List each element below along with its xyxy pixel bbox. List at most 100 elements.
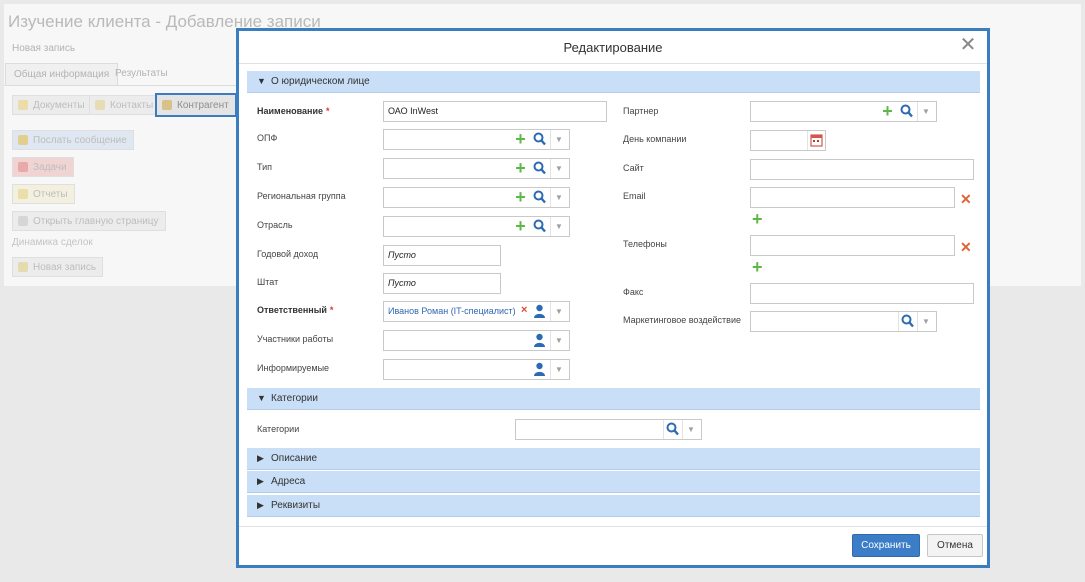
chevron-down-icon[interactable]: ▼ xyxy=(917,102,934,121)
search-icon[interactable] xyxy=(898,312,915,331)
deals-dynamics-link[interactable]: Динамика сделок xyxy=(12,237,93,248)
revenue-input[interactable]: Пусто xyxy=(383,245,501,266)
user-icon[interactable] xyxy=(531,302,548,321)
marketing-input[interactable]: ▼ xyxy=(750,311,937,332)
fax-input[interactable] xyxy=(750,283,974,304)
participants-label: Участники работы xyxy=(257,334,334,344)
contacts-button[interactable]: Контакты xyxy=(89,95,161,115)
chevron-right-icon: ▶ xyxy=(257,453,264,463)
chevron-down-icon[interactable]: ▼ xyxy=(917,312,934,331)
chevron-down-icon[interactable]: ▼ xyxy=(550,159,567,178)
cancel-button[interactable]: Отмена xyxy=(927,534,983,557)
add-icon[interactable]: + xyxy=(512,188,529,207)
revenue-label: Годовой доход xyxy=(257,249,319,259)
remove-phone-icon[interactable]: ✕ xyxy=(960,240,972,254)
email-input[interactable] xyxy=(750,187,955,208)
company-day-input[interactable] xyxy=(750,130,826,151)
section-categories-label: Категории xyxy=(271,393,318,404)
industry-input[interactable]: + ▼ xyxy=(383,216,570,237)
section-addresses[interactable]: ▶ Адреса xyxy=(247,471,980,493)
name-label: Наименование * xyxy=(257,106,330,116)
section-legal-entity[interactable]: ▼ О юридическом лице xyxy=(247,71,980,93)
name-label-text: Наименование xyxy=(257,106,324,116)
section-legal-entity-label: О юридическом лице xyxy=(271,76,370,87)
chevron-down-icon[interactable]: ▼ xyxy=(550,217,567,236)
phone-input[interactable] xyxy=(750,235,955,256)
new-record-icon xyxy=(18,262,28,272)
search-icon[interactable] xyxy=(663,420,680,439)
send-message-button[interactable]: Послать сообщение xyxy=(12,130,134,150)
remove-email-icon[interactable]: ✕ xyxy=(960,192,972,206)
chevron-down-icon: ▼ xyxy=(257,393,266,403)
owner-chip: Иванов Роман (IT-специалист) xyxy=(388,306,516,316)
documents-button[interactable]: Документы xyxy=(12,95,92,115)
required-mark: * xyxy=(329,305,334,315)
name-input[interactable]: ОАО InWest xyxy=(383,101,607,122)
search-icon[interactable] xyxy=(531,217,548,236)
user-icon[interactable] xyxy=(531,331,548,350)
save-button[interactable]: Сохранить xyxy=(852,534,920,557)
chevron-down-icon[interactable]: ▼ xyxy=(550,188,567,207)
send-message-label[interactable]: Послать сообщение xyxy=(33,135,127,146)
chevron-down-icon: ▼ xyxy=(257,76,266,86)
categories-label: Категории xyxy=(257,424,300,434)
revenue-value: Пусто xyxy=(388,250,416,260)
site-input[interactable] xyxy=(750,159,974,180)
add-icon[interactable]: + xyxy=(879,102,896,121)
chevron-down-icon[interactable]: ▼ xyxy=(682,420,699,439)
documents-label: Документы xyxy=(33,100,85,111)
counterparty-label: Контрагент xyxy=(177,100,229,111)
chevron-down-icon[interactable]: ▼ xyxy=(550,360,567,379)
section-categories[interactable]: ▼ Категории xyxy=(247,388,980,410)
chevron-down-icon[interactable]: ▼ xyxy=(550,130,567,149)
search-icon[interactable] xyxy=(531,188,548,207)
partner-input[interactable]: + ▼ xyxy=(750,101,937,122)
chevron-down-icon[interactable]: ▼ xyxy=(550,302,567,321)
search-icon[interactable] xyxy=(531,159,548,178)
owner-input[interactable]: Иванов Роман (IT-специалист) × ▼ xyxy=(383,301,570,322)
informed-input[interactable]: ▼ xyxy=(383,359,570,380)
section-requisites-label: Реквизиты xyxy=(271,500,321,511)
add-icon[interactable]: + xyxy=(512,159,529,178)
type-input[interactable]: + ▼ xyxy=(383,158,570,179)
report-icon xyxy=(18,189,28,199)
chevron-down-icon[interactable]: ▼ xyxy=(550,331,567,350)
tab-general[interactable]: Общая информация xyxy=(5,63,119,85)
opf-label: ОПФ xyxy=(257,133,278,143)
close-icon[interactable]: ✕ xyxy=(959,35,977,55)
open-main-page-button[interactable]: Открыть главную страницу xyxy=(12,211,166,231)
reports-label: Отчеты xyxy=(33,189,68,200)
region-input[interactable]: + ▼ xyxy=(383,187,570,208)
checkbox-icon xyxy=(18,162,28,172)
section-requisites[interactable]: ▶ Реквизиты xyxy=(247,495,980,517)
reports-button[interactable]: Отчеты xyxy=(12,184,75,204)
staff-input[interactable]: Пусто xyxy=(383,273,501,294)
user-icon[interactable] xyxy=(531,360,548,379)
industry-label: Отрасль xyxy=(257,220,293,230)
tab-results[interactable]: Результаты xyxy=(107,63,176,85)
counterparty-button[interactable]: Контрагент xyxy=(155,93,237,117)
opf-controls: + ▼ xyxy=(512,129,570,150)
participants-input[interactable]: ▼ xyxy=(383,330,570,351)
new-record-button[interactable]: Новая запись xyxy=(12,257,104,277)
search-icon[interactable] xyxy=(898,102,915,121)
open-main-page-label: Открыть главную страницу xyxy=(33,216,159,227)
new-record-label: Новая запись xyxy=(33,262,97,273)
section-description[interactable]: ▶ Описание xyxy=(247,448,980,470)
categories-input[interactable]: ▼ xyxy=(515,419,702,440)
tasks-button[interactable]: Задачи xyxy=(12,157,74,177)
staff-label: Штат xyxy=(257,277,279,287)
add-icon[interactable]: + xyxy=(512,130,529,149)
calendar-icon[interactable] xyxy=(807,131,824,150)
envelope-icon xyxy=(18,135,28,145)
staff-value: Пусто xyxy=(388,278,416,288)
add-phone-icon[interactable]: + xyxy=(752,258,763,276)
add-icon[interactable]: + xyxy=(512,217,529,236)
add-email-icon[interactable]: + xyxy=(752,210,763,228)
name-value: ОАО InWest xyxy=(388,106,438,116)
dialog-title: Редактирование xyxy=(563,40,663,55)
search-icon[interactable] xyxy=(531,130,548,149)
remove-icon[interactable]: × xyxy=(521,304,527,316)
owner-label: Ответственный * xyxy=(257,305,333,315)
page-icon xyxy=(18,216,28,226)
